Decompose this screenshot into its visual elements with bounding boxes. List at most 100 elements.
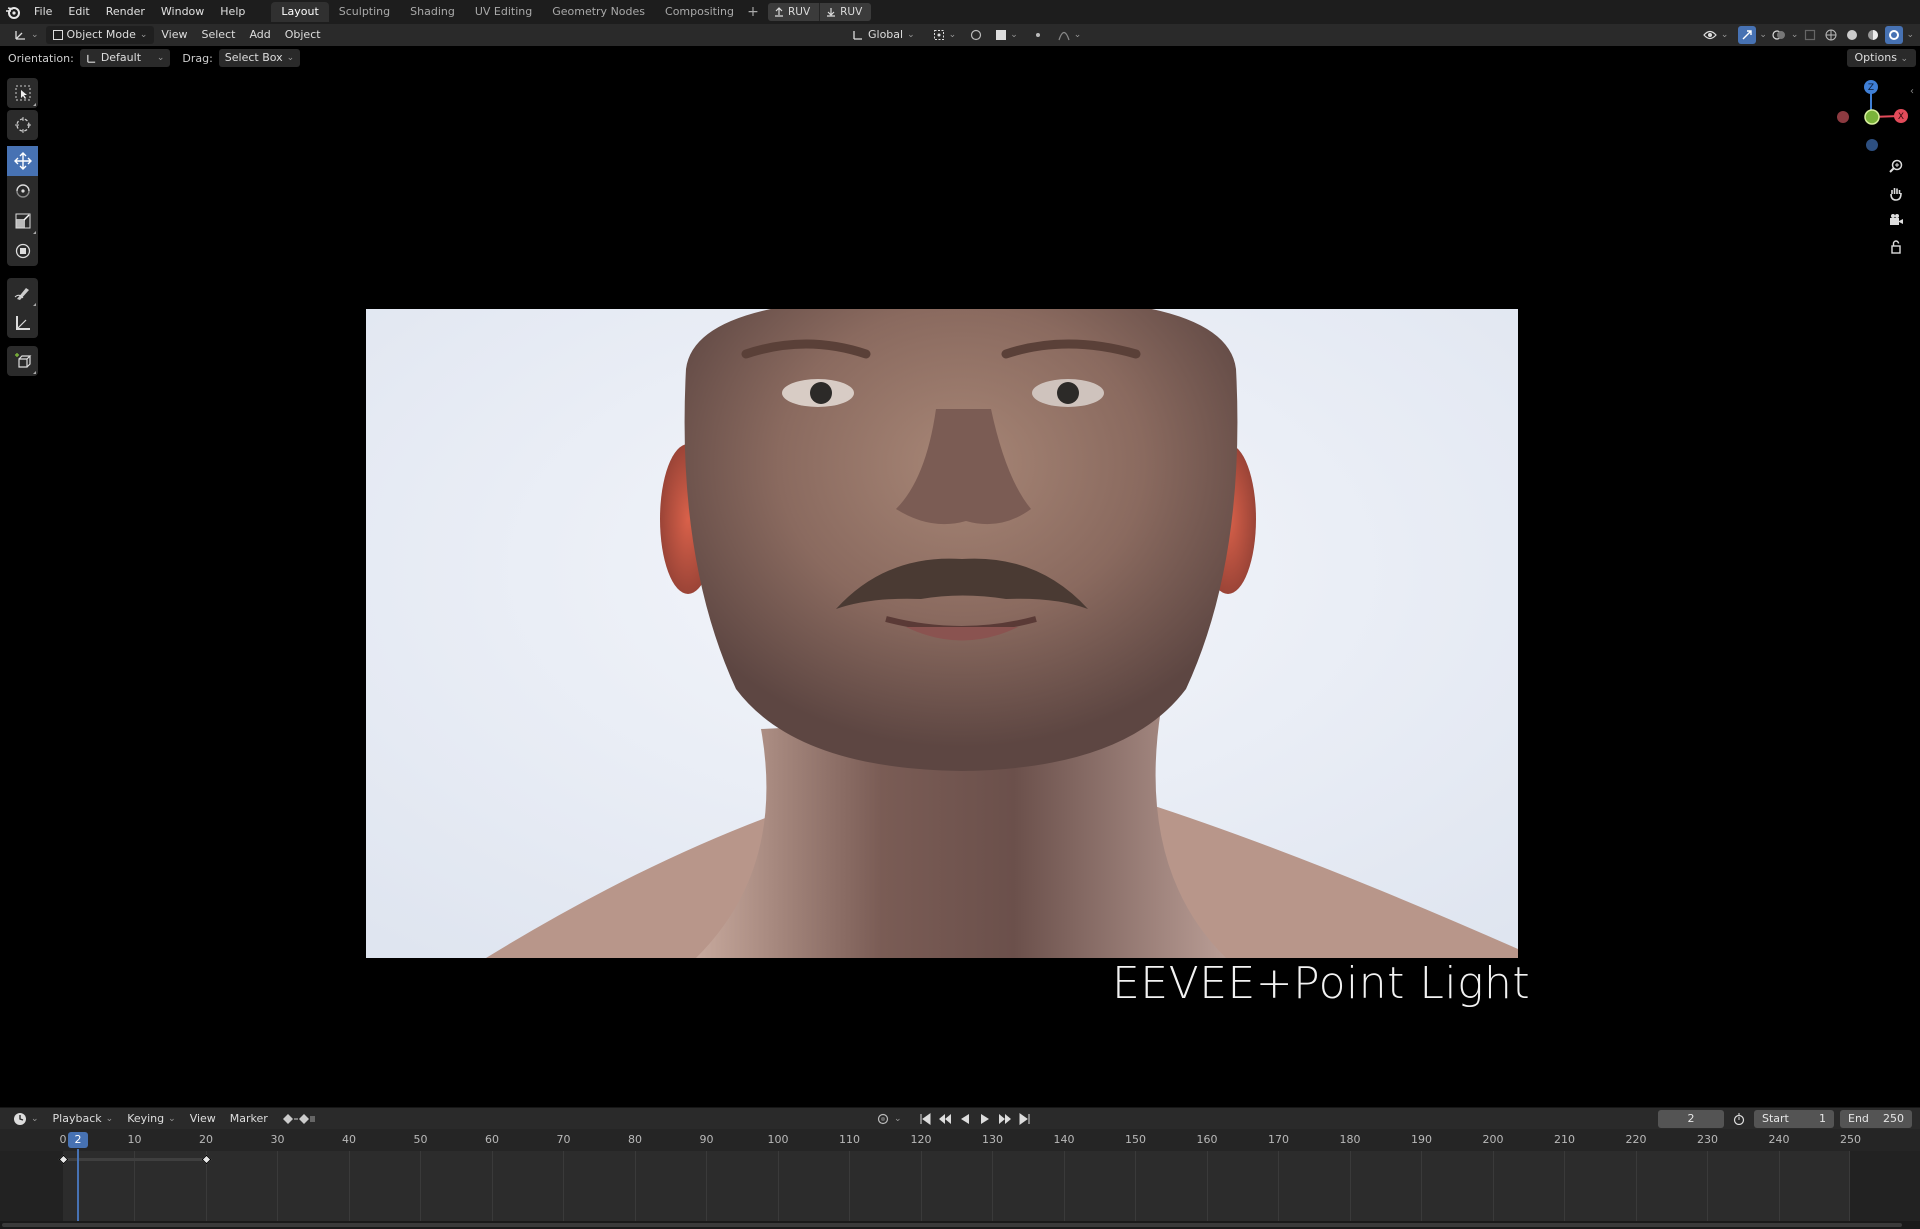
lock-icon[interactable] <box>1884 235 1908 259</box>
menu-file[interactable]: File <box>26 0 60 24</box>
falloff-curve-icon <box>1058 31 1070 41</box>
jump-start-icon[interactable] <box>916 1110 934 1128</box>
tab-sculpting[interactable]: Sculpting <box>329 2 400 22</box>
frame-range-controls: 2 Start 1 End 250 <box>1658 1110 1912 1128</box>
drag-dropdown[interactable]: Select Box ⌄ <box>218 49 301 67</box>
scale-icon <box>15 213 30 229</box>
overlays-icon[interactable] <box>1770 26 1788 44</box>
add-workspace-button[interactable]: + <box>744 4 762 20</box>
select-box-tool[interactable] <box>7 78 38 108</box>
chevron-down-icon: ⌄ <box>105 1113 114 1124</box>
next-keyframe-icon[interactable] <box>996 1110 1014 1128</box>
falloff-dropdown[interactable]: ⌄ <box>1051 26 1089 44</box>
timeline-scrollbar[interactable] <box>0 1221 1920 1229</box>
rendered-shading-icon[interactable] <box>1885 26 1904 44</box>
object-mode-dropdown[interactable]: Object Mode ⌄ <box>45 26 155 44</box>
tab-uv-editing[interactable]: UV Editing <box>465 2 542 22</box>
axis-y-icon[interactable] <box>1864 109 1880 125</box>
blender-logo-icon[interactable] <box>0 0 26 24</box>
keying-dropdown[interactable]: Keying ⌄ <box>120 1110 183 1128</box>
auto-keying-chevron-icon[interactable]: ⌄ <box>894 1114 902 1124</box>
transform-tool[interactable] <box>7 236 38 266</box>
timeline-ruler[interactable]: 0 10 20 30 40 50 60 70 80 90 100 110 120… <box>0 1129 1920 1151</box>
ruv-button-group: RUV RUV <box>767 3 872 21</box>
tab-geometry-nodes[interactable]: Geometry Nodes <box>542 2 655 22</box>
orientation-dropdown[interactable]: Default ⌄ <box>79 49 171 67</box>
pivot-icon <box>933 30 944 40</box>
cursor-tool[interactable] <box>7 110 38 140</box>
menu-help[interactable]: Help <box>212 0 253 24</box>
ruler-icon <box>15 316 30 330</box>
menu-view[interactable]: View <box>154 26 194 44</box>
camera-view-icon[interactable] <box>1884 208 1908 232</box>
axis-neg-x-icon[interactable] <box>1837 111 1849 123</box>
snap-icon[interactable] <box>967 26 985 44</box>
gizmo-dropdown-chevron-icon[interactable]: ⌄ <box>1759 30 1767 40</box>
timeline-tracks[interactable] <box>0 1151 1920 1221</box>
proportional-edit-icon[interactable] <box>1029 26 1047 44</box>
chevron-down-icon: ⌄ <box>948 30 957 40</box>
jump-end-icon[interactable] <box>1016 1110 1034 1128</box>
sidebar-collapse-icon[interactable]: ‹ <box>1910 86 1914 97</box>
orientation-axis-icon <box>853 31 862 40</box>
menu-object[interactable]: Object <box>278 26 328 44</box>
menu-render[interactable]: Render <box>98 0 153 24</box>
transform-orientation-dropdown[interactable]: Global ⌄ <box>845 26 922 44</box>
measure-tool[interactable] <box>7 308 38 338</box>
menu-select[interactable]: Select <box>195 26 243 44</box>
material-shading-icon[interactable] <box>1864 26 1882 44</box>
options-dropdown[interactable]: Options ⌄ <box>1846 49 1916 67</box>
menu-edit[interactable]: Edit <box>60 0 97 24</box>
zoom-icon[interactable] <box>1884 154 1908 178</box>
navigation-gizmo[interactable]: Z X <box>1826 78 1918 158</box>
tab-shading[interactable]: Shading <box>400 2 465 22</box>
overlays-dropdown-chevron-icon[interactable]: ⌄ <box>1791 30 1799 40</box>
timeline-editor-type-button[interactable]: ⌄ <box>6 1110 46 1128</box>
tab-layout[interactable]: Layout <box>271 2 329 22</box>
start-frame-field[interactable]: Start 1 <box>1754 1110 1834 1128</box>
editor-type-button[interactable]: ⌄ <box>6 26 46 44</box>
add-cube-icon <box>14 353 31 368</box>
rotate-tool[interactable] <box>7 176 38 206</box>
current-frame-indicator[interactable]: 2 <box>68 1132 88 1148</box>
add-cube-tool[interactable] <box>7 346 38 376</box>
tick-label: 40 <box>342 1133 356 1146</box>
axis-neg-z-icon[interactable] <box>1866 139 1878 151</box>
tick-label: 250 <box>1840 1133 1861 1146</box>
menu-window[interactable]: Window <box>153 0 212 24</box>
playhead-line[interactable] <box>77 1149 79 1223</box>
visibility-dropdown[interactable]: ⌄ <box>1696 26 1736 44</box>
select-box-icon <box>15 85 30 101</box>
annotate-tool[interactable] <box>7 278 38 308</box>
orientation-value: Default <box>100 51 142 64</box>
timeline-menu-view[interactable]: View <box>183 1110 223 1128</box>
timeline-menu-marker[interactable]: Marker <box>223 1110 275 1128</box>
pivot-point-dropdown[interactable]: ⌄ <box>926 26 964 44</box>
playback-dropdown[interactable]: Playback ⌄ <box>46 1110 121 1128</box>
play-reverse-icon[interactable] <box>956 1110 974 1128</box>
chevron-down-icon: ⌄ <box>1010 30 1018 40</box>
shading-dropdown-chevron-icon[interactable]: ⌄ <box>1906 30 1914 40</box>
upload-icon <box>774 7 783 17</box>
keyframe-insert-button[interactable] <box>275 1110 323 1128</box>
scale-tool[interactable] <box>7 206 38 236</box>
wireframe-shading-icon[interactable] <box>1822 26 1840 44</box>
end-frame-field[interactable]: End 250 <box>1840 1110 1912 1128</box>
ruv-upload-button[interactable]: RUV <box>768 3 819 21</box>
move-tool[interactable] <box>7 146 38 176</box>
gizmo-toggle-icon[interactable] <box>1738 26 1757 44</box>
xray-icon[interactable] <box>1801 26 1819 44</box>
playback-label: Playback <box>52 1111 102 1125</box>
solid-shading-icon[interactable] <box>1843 26 1861 44</box>
prev-keyframe-icon[interactable] <box>936 1110 954 1128</box>
tab-compositing[interactable]: Compositing <box>655 2 744 22</box>
current-frame-field[interactable]: 2 <box>1658 1110 1724 1128</box>
menu-add[interactable]: Add <box>242 26 277 44</box>
stopwatch-icon[interactable] <box>1730 1110 1748 1128</box>
object-mode-icon <box>52 30 63 40</box>
snap-target-dropdown[interactable]: ⌄ <box>989 26 1025 44</box>
auto-keying-icon[interactable] <box>874 1110 892 1128</box>
pan-hand-icon[interactable] <box>1884 181 1908 205</box>
play-icon[interactable] <box>976 1110 994 1128</box>
ruv-download-button[interactable]: RUV <box>819 3 871 21</box>
